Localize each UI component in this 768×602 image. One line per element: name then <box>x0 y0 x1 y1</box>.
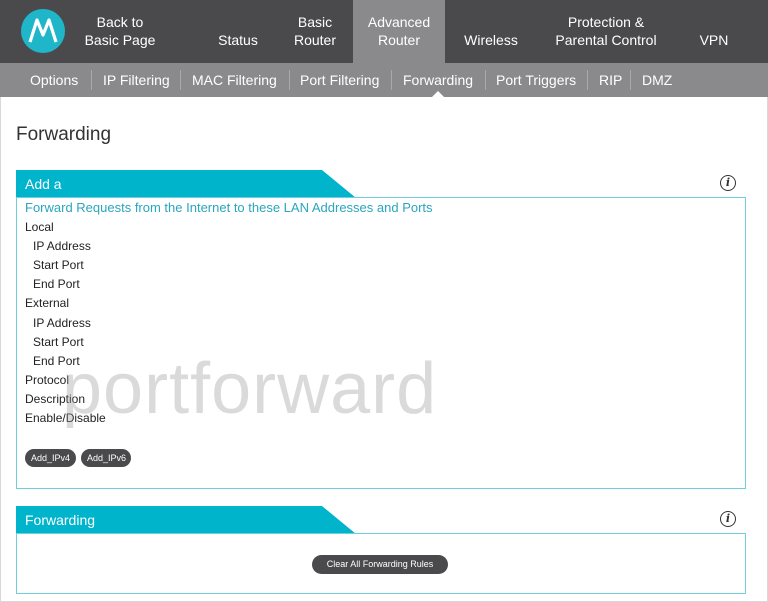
add-rule-panel-body <box>16 198 746 489</box>
add-rule-heading: Add a Forwarding Rule <box>25 176 95 248</box>
nav-label: Wireless <box>464 32 518 48</box>
local-label: Local <box>25 220 54 234</box>
local-start-port-label: Start Port <box>33 258 84 272</box>
nav-vpn[interactable]: VPN <box>692 0 736 63</box>
nav-wireless[interactable]: Wireless <box>458 0 524 63</box>
nav-basic-router[interactable]: Basic Router <box>284 0 346 63</box>
subnav-dmz[interactable]: DMZ <box>642 63 672 97</box>
subnav-port-filtering[interactable]: Port Filtering <box>300 63 379 97</box>
nav-label: Router <box>377 32 421 48</box>
local-ip-label: IP Address <box>33 239 91 253</box>
nav-label: Router <box>293 32 337 48</box>
add-ipv4-button[interactable]: Add_IPv4 <box>25 449 76 467</box>
nav-label: Status <box>218 32 258 48</box>
clear-all-forwarding-rules-button[interactable]: Clear All Forwarding Rules <box>312 555 448 574</box>
nav-back-to-basic[interactable]: Back to Basic Page <box>80 0 160 63</box>
nav-protection-parental[interactable]: Protection & Parental Control <box>548 0 664 63</box>
subnav-divider <box>391 70 392 90</box>
active-tab-caret-icon <box>432 91 444 97</box>
external-label: External <box>25 296 70 310</box>
external-ip-label: IP Address <box>33 316 91 330</box>
nav-label: Protection & <box>567 14 645 30</box>
add-ipv6-button[interactable]: Add_IPv6 <box>81 449 131 467</box>
nav-label: Advanced <box>367 14 431 30</box>
external-end-port-label: End Port <box>33 354 80 368</box>
top-navigation: Back to Basic Page Status Basic Router A… <box>0 0 768 63</box>
local-end-port-label: End Port <box>33 277 80 291</box>
protocol-label: Protocol <box>25 373 70 387</box>
nav-advanced-router[interactable]: Advanced Router <box>353 0 445 63</box>
subnav-options[interactable]: Options <box>30 63 78 97</box>
external-start-port-label: Start Port <box>33 335 84 349</box>
enable-disable-label: Enable/Disable <box>25 411 106 425</box>
description-label: Description <box>25 392 86 406</box>
subnav-ip-filtering[interactable]: IP Filtering <box>103 63 170 97</box>
subnav-divider <box>91 70 92 90</box>
subnav-divider <box>180 70 181 90</box>
subnav-port-triggers[interactable]: Port Triggers <box>496 63 576 97</box>
nav-status[interactable]: Status <box>208 0 268 63</box>
info-icon[interactable]: i <box>720 175 736 191</box>
nav-label: Back to <box>96 14 144 30</box>
nav-label: VPN <box>699 32 729 48</box>
nav-label: Parental Control <box>555 32 657 48</box>
motorola-logo-icon[interactable] <box>21 9 65 53</box>
subnav-divider <box>587 70 588 90</box>
info-icon[interactable]: i <box>720 511 736 527</box>
subnav-divider <box>630 70 631 90</box>
rules-added-heading: Forwarding Rules Added <box>25 512 96 584</box>
sub-navigation: Options IP Filtering MAC Filtering Port … <box>0 63 768 97</box>
add-rule-subtitle: Forward Requests from the Internet to th… <box>25 200 433 215</box>
nav-label: Basic Page <box>84 32 156 48</box>
page-title: Forwarding <box>16 124 112 145</box>
subnav-rip[interactable]: RIP <box>599 63 622 97</box>
subnav-divider <box>485 70 486 90</box>
subnav-divider <box>289 70 290 90</box>
nav-label: Basic <box>297 14 333 30</box>
subnav-mac-filtering[interactable]: MAC Filtering <box>192 63 277 97</box>
